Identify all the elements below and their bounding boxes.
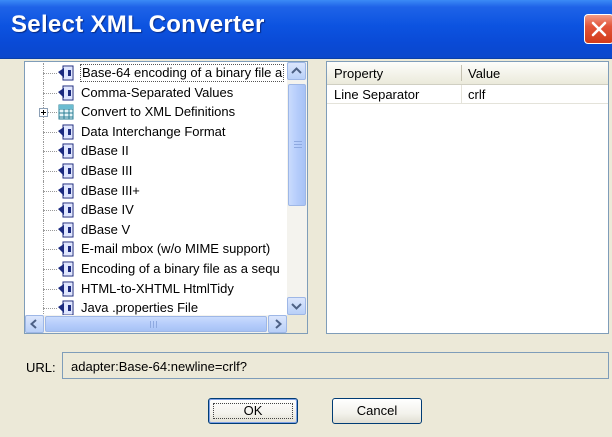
url-field: adapter:Base-64:newline=crlf? [62,352,609,379]
converter-tree-list: Base-64 encoding of a binary file a Comma… [25,62,287,315]
tree-item-label: dBase III+ [81,182,140,198]
tree-item-label: E-mail mbox (w/o MIME support) [81,241,271,257]
chevron-left-icon [29,319,37,329]
converter-icon [58,183,74,199]
scroll-up-button[interactable] [287,62,306,80]
property-name: Line Separator [334,87,420,102]
scroll-thumb[interactable] [288,84,306,206]
close-icon [591,21,607,37]
tree-item[interactable]: Convert to XML Definitions [25,102,287,123]
tree-item-label: dBase II [81,143,129,159]
cancel-button[interactable]: Cancel [332,398,422,424]
tree-item[interactable]: dBase III+ [25,180,287,201]
tree-item-label: dBase IV [81,202,134,218]
url-value: adapter:Base-64:newline=crlf? [71,359,247,374]
column-header-value[interactable]: Value [468,66,500,81]
tree-item[interactable]: dBase V [25,219,287,240]
tree-item[interactable]: Comma-Separated Values [25,82,287,103]
converter-icon [58,163,74,179]
column-header-property[interactable]: Property [334,66,383,81]
focus-rect [213,403,293,419]
converter-tree[interactable]: Base-64 encoding of a binary file a Comma… [24,61,308,334]
table-row[interactable]: Line Separator crlf [327,85,608,104]
chevron-down-icon [291,303,302,310]
tree-item-label: Convert to XML Definitions [81,104,236,120]
converter-icon [58,124,74,140]
title-bar[interactable]: Select XML Converter [0,0,612,59]
scrollbar-corner [287,315,307,333]
tree-item-label: dBase III [81,163,133,178]
property-value[interactable]: crlf [468,87,485,102]
tree-item-label: Java .properties File [81,300,199,315]
tree-vertical-scrollbar[interactable] [287,62,307,315]
converter-icon [58,300,74,315]
tree-item-label: Data Interchange Format [81,123,226,139]
tree-item[interactable]: HTML-to-XHTML HtmlTidy [25,278,287,299]
horizontal-scroll-thumb[interactable] [45,316,267,332]
tree-item[interactable]: E-mail mbox (w/o MIME support) [25,239,287,260]
converter-icon [58,261,74,277]
tree-item-label: Comma-Separated Values [81,84,234,100]
table-icon [58,104,74,120]
expand-toggle[interactable] [39,108,48,118]
tree-item[interactable]: dBase II [25,141,287,162]
select-xml-converter-dialog: Select XML Converter Base-64 encoding of… [0,0,612,437]
property-table[interactable]: Property Value Line Separator crlf [326,61,609,334]
scroll-down-button[interactable] [287,297,306,315]
property-table-header: Property Value [327,62,608,85]
converter-icon [58,85,74,101]
tree-item-label: Encoding of a binary file as a sequ [81,261,280,276]
tree-item[interactable]: dBase III [25,161,287,181]
converter-icon [58,241,74,257]
tree-item[interactable]: Base-64 encoding of a binary file a [25,63,287,83]
dialog-title: Select XML Converter [11,11,265,38]
tree-item[interactable]: dBase IV [25,200,287,221]
converter-icon [58,202,74,218]
tree-item[interactable]: Encoding of a binary file as a sequ [25,259,287,279]
converter-icon [58,281,74,297]
tree-item-label: dBase V [81,221,131,237]
tree-item-label: HTML-to-XHTML HtmlTidy [81,280,234,296]
tree-item[interactable]: Java .properties File [25,298,287,315]
chevron-up-icon [291,67,302,74]
converter-icon [58,143,74,159]
cancel-label: Cancel [356,403,398,418]
converter-icon [58,222,74,238]
scroll-left-button[interactable] [25,315,44,333]
ok-button[interactable]: OK [208,398,298,424]
converter-icon [58,65,74,81]
tree-item[interactable]: Data Interchange Format [25,121,287,142]
close-button[interactable] [584,14,612,44]
url-label: URL: [26,360,56,375]
tree-horizontal-scrollbar[interactable] [25,315,287,333]
tree-item-label: Base-64 encoding of a binary file a [79,64,285,82]
scroll-right-button[interactable] [268,315,287,333]
chevron-right-icon [275,319,283,329]
